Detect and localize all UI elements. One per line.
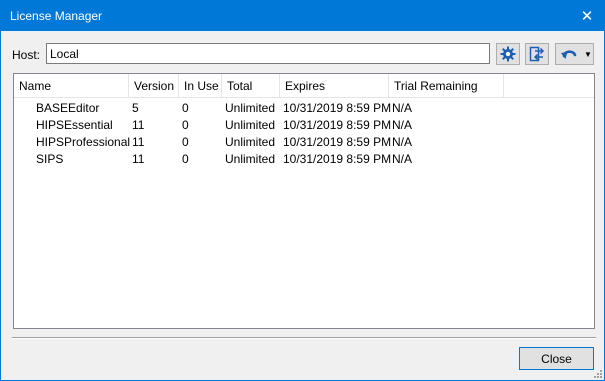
settings-gear-icon (500, 46, 516, 62)
connect-icon (529, 46, 545, 62)
table-row[interactable]: BASEEditor 5 0 Unlimited 10/31/2019 8:59… (14, 100, 594, 117)
cell-trial-remaining: N/A (392, 152, 413, 166)
cell-version: 11 (132, 118, 145, 132)
cell-name: BASEEditor (36, 101, 100, 115)
resize-grip-icon[interactable] (592, 368, 602, 378)
column-header-expires[interactable]: Expires (280, 74, 389, 97)
license-list[interactable]: Name Version In Use Total Expires Trial … (13, 73, 595, 329)
host-label: Host: (12, 48, 41, 62)
title-bar: License Manager ✕ (1, 1, 604, 31)
table-row[interactable]: HIPSProfessional 11 0 Unlimited 10/31/20… (14, 134, 594, 151)
cell-in-use: 0 (182, 152, 189, 166)
cell-expires: 10/31/2019 8:59 PM (283, 118, 392, 132)
cell-in-use: 0 (182, 101, 189, 115)
cell-total: Unlimited (225, 152, 276, 166)
cell-expires: 10/31/2019 8:59 PM (283, 101, 392, 115)
cell-name: HIPSEssential (36, 118, 113, 132)
settings-button[interactable] (496, 43, 520, 65)
cell-version: 5 (132, 101, 139, 115)
undo-dropdown-icon (561, 50, 577, 59)
column-header-version[interactable]: Version (129, 74, 179, 97)
cell-trial-remaining: N/A (392, 135, 413, 149)
cell-total: Unlimited (225, 118, 276, 132)
cell-expires: 10/31/2019 8:59 PM (283, 135, 392, 149)
cell-name: SIPS (36, 152, 64, 166)
cell-version: 11 (132, 135, 145, 149)
close-button[interactable]: Close (519, 347, 594, 370)
cell-version: 11 (132, 152, 145, 166)
chevron-down-icon: ▼ (584, 49, 592, 59)
column-header-name[interactable]: Name (14, 74, 129, 97)
undo-dropdown-button[interactable]: ▼ (555, 43, 594, 65)
footer-divider (12, 337, 596, 339)
host-input[interactable] (46, 43, 490, 64)
cell-in-use: 0 (182, 135, 189, 149)
connect-button[interactable] (525, 43, 549, 65)
cell-expires: 10/31/2019 8:59 PM (283, 152, 392, 166)
cell-trial-remaining: N/A (392, 118, 413, 132)
table-row[interactable]: HIPSEssential 11 0 Unlimited 10/31/2019 … (14, 117, 594, 134)
close-icon[interactable]: ✕ (570, 1, 604, 31)
table-row[interactable]: SIPS 11 0 Unlimited 10/31/2019 8:59 PM N… (14, 151, 594, 168)
cell-name: HIPSProfessional (36, 135, 131, 149)
column-header-trial-remaining[interactable]: Trial Remaining (389, 74, 504, 97)
column-header-total[interactable]: Total (222, 74, 280, 97)
cell-trial-remaining: N/A (392, 101, 413, 115)
cell-total: Unlimited (225, 101, 276, 115)
cell-total: Unlimited (225, 135, 276, 149)
list-header: Name Version In Use Total Expires Trial … (14, 74, 594, 98)
window-title: License Manager (10, 9, 103, 23)
column-header-in-use[interactable]: In Use (179, 74, 222, 97)
license-manager-window: License Manager ✕ Host: ▼ (0, 0, 605, 381)
cell-in-use: 0 (182, 118, 189, 132)
